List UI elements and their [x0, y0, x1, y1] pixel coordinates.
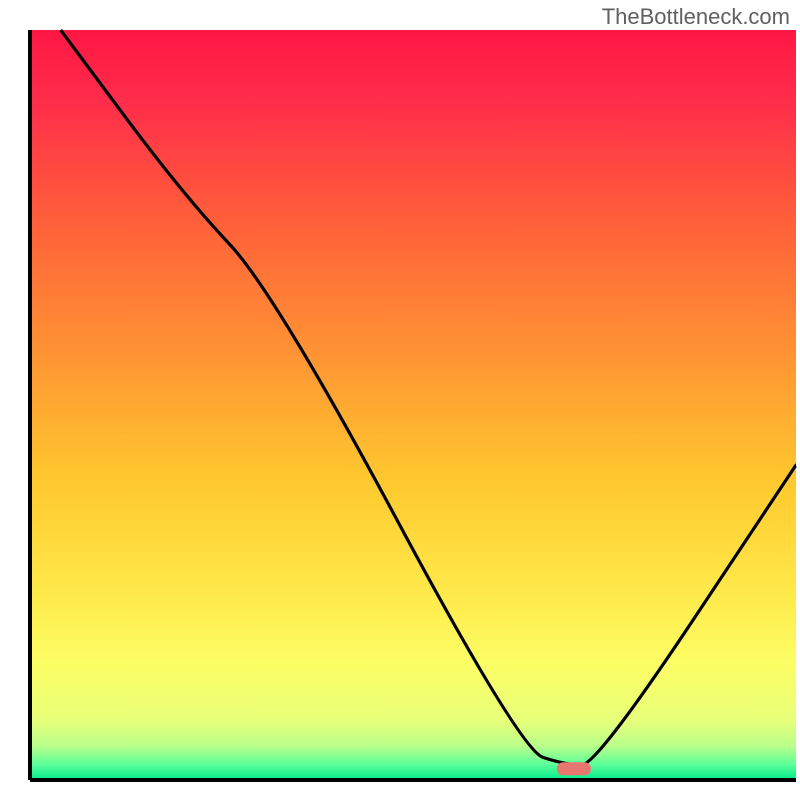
bottleneck-chart [0, 0, 800, 800]
watermark-text: TheBottleneck.com [602, 4, 790, 30]
chart-container: TheBottleneck.com [0, 0, 800, 800]
optimal-marker [557, 762, 591, 775]
